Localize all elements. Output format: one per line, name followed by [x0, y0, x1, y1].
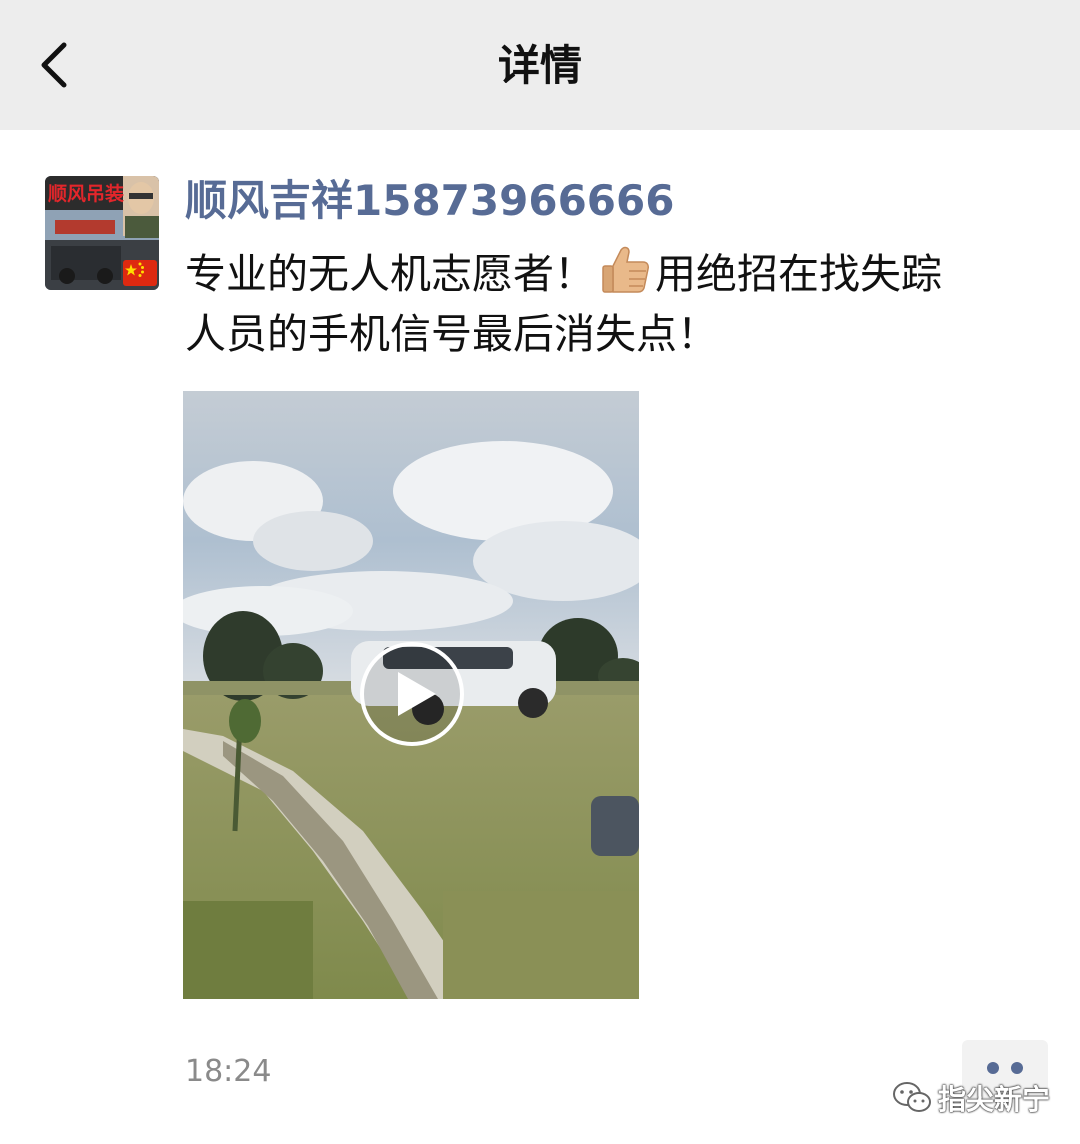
avatar[interactable]: 顺风吊装 [45, 176, 159, 290]
play-button[interactable] [358, 640, 466, 748]
wechat-icon [893, 1082, 931, 1112]
page-title: 详情 [497, 41, 582, 90]
play-icon [360, 642, 464, 746]
watermark-text: 指尖新宁 [938, 1083, 1051, 1116]
post-text-segment: 专业的无人机志愿者！ [185, 250, 595, 298]
more-dots-icon [987, 1062, 999, 1074]
author-name[interactable]: 顺风吉祥15873966666 [185, 172, 674, 230]
post-timestamp: 18:24 [185, 1054, 272, 1089]
post-text-segment: 用绝招在找失踪 [655, 250, 942, 298]
avatar-sign-text: 顺风吊装 [48, 182, 124, 205]
china-flag-icon [123, 260, 157, 286]
top-bar: 详情 [0, 0, 1080, 130]
post-text: 专业的无人机志愿者！ 用绝招在找失踪 人员的手机信号最后消失点！ [185, 244, 1045, 364]
video-thumbnail[interactable] [183, 391, 639, 999]
more-dots-icon [1011, 1062, 1023, 1074]
post-text-line-1: 专业的无人机志愿者！ 用绝招在找失踪 [185, 244, 1045, 304]
post-text-line-2: 人员的手机信号最后消失点！ [185, 310, 718, 358]
thumbs-up-icon [602, 246, 649, 293]
watermark: 指尖新宁 [892, 1076, 1050, 1120]
